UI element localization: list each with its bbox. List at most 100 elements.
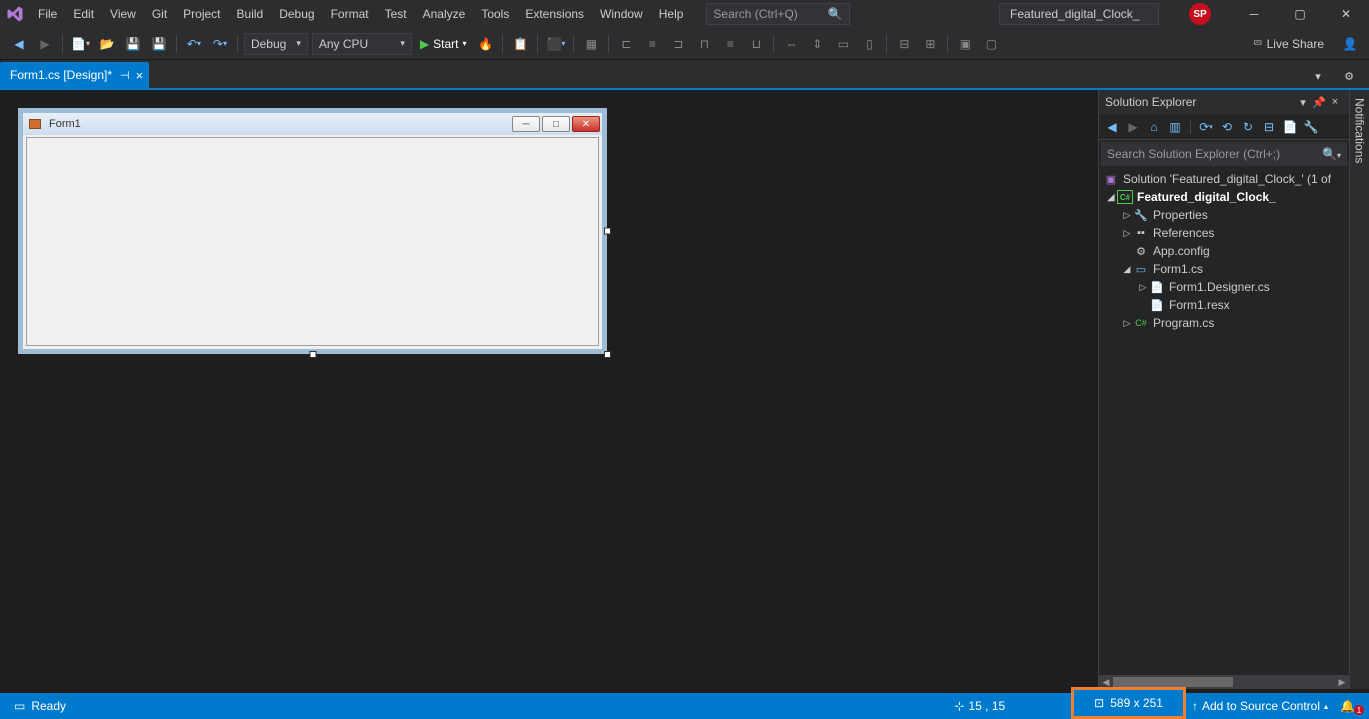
start-debug-button[interactable]: ▶ Start ▾ <box>414 33 473 55</box>
user-avatar[interactable]: SP <box>1189 3 1211 25</box>
se-forward-button[interactable]: ▶ <box>1124 118 1142 136</box>
component-button[interactable]: ⬛▾ <box>543 32 568 56</box>
expand-icon[interactable]: ▷ <box>1121 228 1133 239</box>
menu-help[interactable]: Help <box>651 0 692 28</box>
document-tab-form1-designer[interactable]: Form1.cs [Design]* ⊣ × <box>0 62 149 88</box>
menu-format[interactable]: Format <box>323 0 377 28</box>
search-icon: 🔍 <box>828 7 843 21</box>
tree-references-node[interactable]: ▷ ▪▪ References <box>1099 224 1349 242</box>
nav-back-button[interactable]: ◀ <box>7 32 31 56</box>
hcenter-button[interactable]: ⊟ <box>892 32 916 56</box>
se-properties-button[interactable]: 🔧 <box>1302 118 1320 136</box>
menu-extensions[interactable]: Extensions <box>517 0 592 28</box>
hspace-button[interactable]: ⇔ <box>779 32 803 56</box>
size-button[interactable]: ▭ <box>831 32 855 56</box>
redo-button[interactable]: ↷▾ <box>208 32 232 56</box>
close-button[interactable]: ✕ <box>1323 0 1369 28</box>
menu-debug[interactable]: Debug <box>271 0 322 28</box>
expand-icon[interactable]: ◢ <box>1105 192 1117 203</box>
browser-link-button[interactable]: 📋 <box>508 32 532 56</box>
main-menu: File Edit View Git Project Build Debug F… <box>30 0 691 28</box>
se-back-button[interactable]: ◀ <box>1103 118 1121 136</box>
form-preview-container[interactable]: Form1 ─ □ ✕ <box>18 108 607 354</box>
resize-handle-right[interactable] <box>604 228 611 235</box>
menu-analyze[interactable]: Analyze <box>415 0 474 28</box>
tree-properties-node[interactable]: ▷ 🔧 Properties <box>1099 206 1349 224</box>
add-source-control-button[interactable]: ↑ Add to Source Control ▴ <box>1186 699 1334 713</box>
tree-form1-resx-node[interactable]: ▷ 📄 Form1.resx <box>1099 296 1349 314</box>
tree-solution-node[interactable]: ▣ Solution 'Featured_digital_Clock_' (1 … <box>1099 170 1349 188</box>
menu-file[interactable]: File <box>30 0 65 28</box>
solution-explorer-search-input[interactable]: Search Solution Explorer (Ctrl+;) 🔍▾ <box>1101 142 1347 166</box>
vcenter-button[interactable]: ⊞ <box>918 32 942 56</box>
se-home-button[interactable]: ⌂ <box>1145 118 1163 136</box>
panel-dropdown-icon[interactable]: ▾ <box>1295 96 1311 109</box>
tree-program-node[interactable]: ▷ C# Program.cs <box>1099 314 1349 332</box>
tree-form1-node[interactable]: ◢ ▭ Form1.cs <box>1099 260 1349 278</box>
vspace-button[interactable]: ⇕ <box>805 32 829 56</box>
se-sync-button[interactable]: ⟲ <box>1218 118 1236 136</box>
align-left-button[interactable]: ⊏ <box>614 32 638 56</box>
menu-test[interactable]: Test <box>377 0 415 28</box>
hot-reload-button[interactable]: 🔥 <box>473 32 497 56</box>
tree-project-node[interactable]: ◢ C# Featured_digital_Clock_ <box>1099 188 1349 206</box>
nav-forward-button[interactable]: ▶ <box>33 32 57 56</box>
menu-project[interactable]: Project <box>175 0 228 28</box>
notifications-button[interactable]: 🔔 1 <box>1334 699 1361 713</box>
feedback-button[interactable]: 👤 <box>1338 32 1362 56</box>
minimize-button[interactable]: ─ <box>1231 0 1277 28</box>
solution-config-combo[interactable]: Debug▾ <box>244 33 308 55</box>
se-switch-views-button[interactable]: ▥ <box>1166 118 1184 136</box>
menu-tools[interactable]: Tools <box>473 0 517 28</box>
menu-window[interactable]: Window <box>592 0 651 28</box>
tab-dropdown-button[interactable]: ▾ <box>1306 64 1330 88</box>
tab-settings-icon[interactable]: ⚙ <box>1337 64 1361 88</box>
notifications-tab[interactable]: Notifications <box>1349 90 1369 689</box>
pin-panel-icon[interactable]: 📌 <box>1311 96 1327 109</box>
align-bottom-button[interactable]: ⊔ <box>744 32 768 56</box>
form-designer-surface[interactable]: Form1 ─ □ ✕ <box>0 90 1098 689</box>
menu-git[interactable]: Git <box>144 0 175 28</box>
menu-build[interactable]: Build <box>229 0 272 28</box>
tree-form1-designer-node[interactable]: ▷ 📄 Form1.Designer.cs <box>1099 278 1349 296</box>
global-search-input[interactable]: Search (Ctrl+Q) 🔍 <box>706 3 849 25</box>
close-tab-icon[interactable]: × <box>136 68 144 83</box>
scrollbar-thumb[interactable] <box>1113 677 1233 687</box>
size-button-2[interactable]: ▯ <box>857 32 881 56</box>
close-panel-icon[interactable]: × <box>1327 96 1343 108</box>
maximize-button[interactable]: ▢ <box>1277 0 1323 28</box>
se-pending-changes-button[interactable]: ⟳▾ <box>1197 118 1215 136</box>
align-center-button[interactable]: ≡ <box>640 32 664 56</box>
expand-icon[interactable]: ▷ <box>1121 318 1133 329</box>
send-back-button[interactable]: ▢ <box>979 32 1003 56</box>
solution-platform-combo[interactable]: Any CPU▾ <box>312 33 412 55</box>
scroll-right-icon[interactable]: ▶ <box>1335 677 1349 688</box>
align-middle-button[interactable]: ≡ <box>718 32 742 56</box>
form-client-area[interactable] <box>26 137 599 346</box>
se-collapse-button[interactable]: ⊟ <box>1260 118 1278 136</box>
pin-icon[interactable]: ⊣ <box>120 69 130 82</box>
save-all-button[interactable]: 💾 <box>147 32 171 56</box>
menu-view[interactable]: View <box>102 0 144 28</box>
align-top-button[interactable]: ⊓ <box>692 32 716 56</box>
new-project-button[interactable]: 📄▾ <box>68 32 93 56</box>
grid-button[interactable]: ▦ <box>579 32 603 56</box>
live-share-button[interactable]: ⮹ Live Share <box>1247 36 1330 51</box>
open-file-button[interactable]: 📂 <box>95 32 119 56</box>
save-button[interactable]: 💾 <box>121 32 145 56</box>
expand-icon[interactable]: ▷ <box>1121 210 1133 221</box>
expand-icon[interactable]: ◢ <box>1121 264 1133 275</box>
undo-button[interactable]: ↶▾ <box>182 32 206 56</box>
resize-handle-corner[interactable] <box>604 351 611 358</box>
resize-handle-bottom[interactable] <box>309 351 316 358</box>
menu-edit[interactable]: Edit <box>65 0 102 28</box>
expand-icon[interactable]: ▷ <box>1137 282 1149 293</box>
se-refresh-button[interactable]: ↻ <box>1239 118 1257 136</box>
se-show-all-button[interactable]: 📄 <box>1281 118 1299 136</box>
scroll-left-icon[interactable]: ◀ <box>1099 677 1113 688</box>
tree-appconfig-node[interactable]: ▷ ⚙ App.config <box>1099 242 1349 260</box>
solution-name-box[interactable]: Featured_digital_Clock_ <box>999 3 1159 25</box>
solution-explorer-titlebar[interactable]: Solution Explorer ▾ 📌 × <box>1099 90 1349 114</box>
align-right-button[interactable]: ⊐ <box>666 32 690 56</box>
bring-front-button[interactable]: ▣ <box>953 32 977 56</box>
